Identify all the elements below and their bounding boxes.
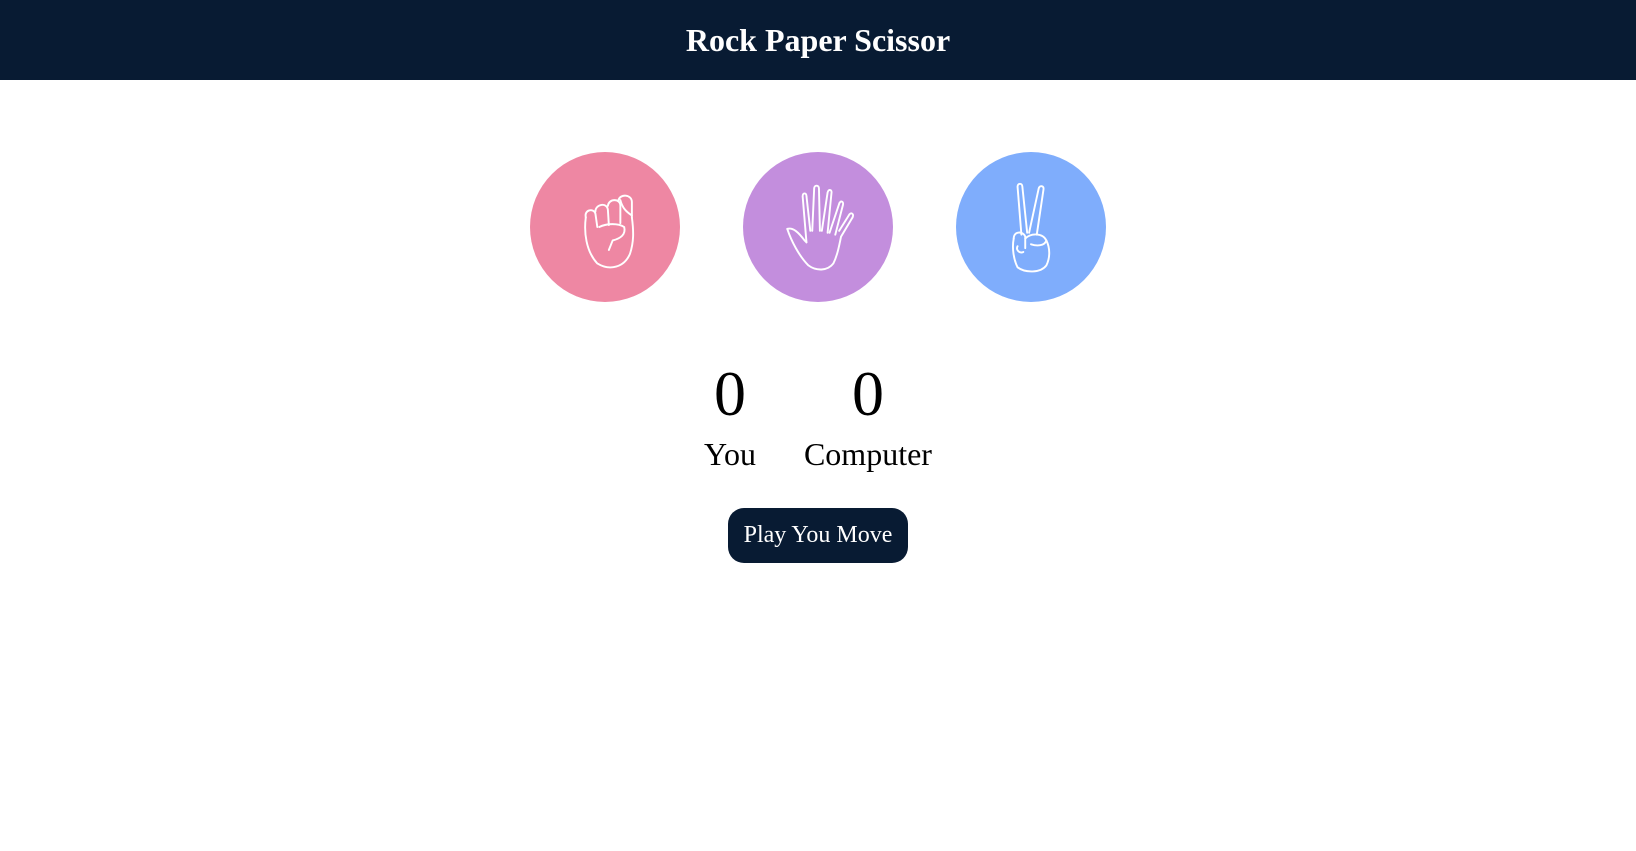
page-title: Rock Paper Scissor [685, 21, 951, 58]
fist-icon [584, 194, 635, 269]
rock-choice-button[interactable] [530, 152, 680, 302]
scoreboard: 0 You 0 Computer [0, 362, 1636, 474]
computer-score-panel: 0 Computer [804, 362, 932, 474]
computer-score: 0 [851, 358, 884, 429]
status-message: Play You Move [727, 508, 909, 563]
choices-container [0, 152, 1636, 302]
peace-hand-icon [1012, 182, 1051, 273]
message-container: Play You Move [0, 508, 1636, 563]
user-score-label: You [704, 436, 756, 472]
user-score: 0 [714, 358, 746, 429]
user-score-panel: 0 You [704, 362, 756, 474]
paper-choice-button[interactable] [743, 152, 893, 302]
open-hand-icon [786, 184, 854, 271]
app-header: Rock Paper Scissor [0, 0, 1636, 80]
scissors-choice-button[interactable] [956, 152, 1106, 302]
computer-score-label: Computer [803, 436, 932, 472]
